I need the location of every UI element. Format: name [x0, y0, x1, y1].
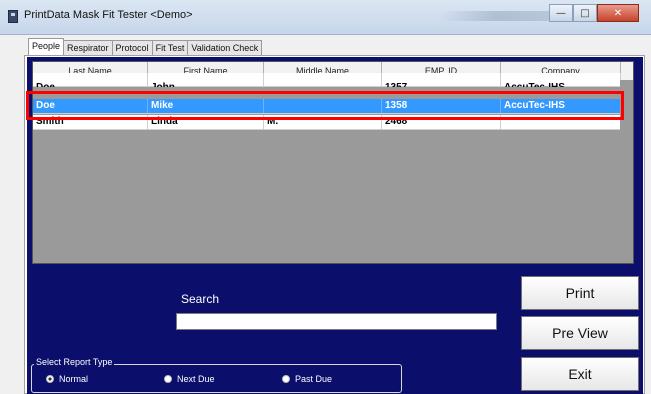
maximize-icon[interactable]: □	[573, 4, 597, 22]
tab-fit-test[interactable]: Fit Test	[151, 40, 189, 55]
cell-last-name: Doe	[33, 73, 148, 87]
tab-protocol[interactable]: Protocol	[111, 40, 153, 55]
app-icon	[8, 10, 18, 23]
cell-first-name: John	[148, 73, 264, 87]
radio-unchecked-icon[interactable]	[282, 375, 290, 383]
exit-button[interactable]: Exit	[521, 357, 639, 391]
tab-strip: People Respirator Protocol Fit Test Vali…	[28, 38, 263, 56]
radio-normal[interactable]: Normal	[46, 374, 88, 384]
selected-row-highlight-outline	[26, 91, 624, 120]
title-bar[interactable]: PrintData Mask Fit Tester <Demo> — □ ✕	[0, 0, 651, 35]
minimize-icon[interactable]: —	[549, 4, 573, 22]
window-controls: — □ ✕	[549, 4, 639, 24]
cell-company: AccuTec-IHS	[501, 73, 621, 87]
radio-label: Normal	[59, 374, 89, 384]
preview-button[interactable]: Pre View	[521, 316, 639, 350]
radio-next-due[interactable]: Next Due	[164, 374, 215, 384]
search-label: Search	[181, 292, 220, 306]
table-row[interactable]: Doe John 1357 AccuTec-IHS	[33, 73, 621, 87]
cell-emp-id: 1357	[382, 73, 501, 87]
radio-label: Next Due	[177, 374, 215, 384]
tab-validation-check[interactable]: Validation Check	[187, 40, 263, 55]
app-window: PrintData Mask Fit Tester <Demo> — □ ✕ P…	[0, 0, 651, 394]
radio-unchecked-icon[interactable]	[164, 375, 172, 383]
radio-past-due[interactable]: Past Due	[282, 374, 332, 384]
print-button[interactable]: Print	[521, 276, 639, 310]
search-input[interactable]	[176, 313, 497, 330]
radio-checked-icon[interactable]	[46, 375, 54, 383]
window-title: PrintData Mask Fit Tester <Demo>	[24, 9, 193, 21]
radio-label: Past Due	[295, 374, 333, 384]
tab-respirator[interactable]: Respirator	[63, 40, 113, 55]
close-icon[interactable]: ✕	[597, 4, 639, 22]
cell-middle-name	[264, 73, 382, 87]
report-type-legend: Select Report Type	[34, 357, 115, 367]
tab-people[interactable]: People	[28, 38, 65, 55]
